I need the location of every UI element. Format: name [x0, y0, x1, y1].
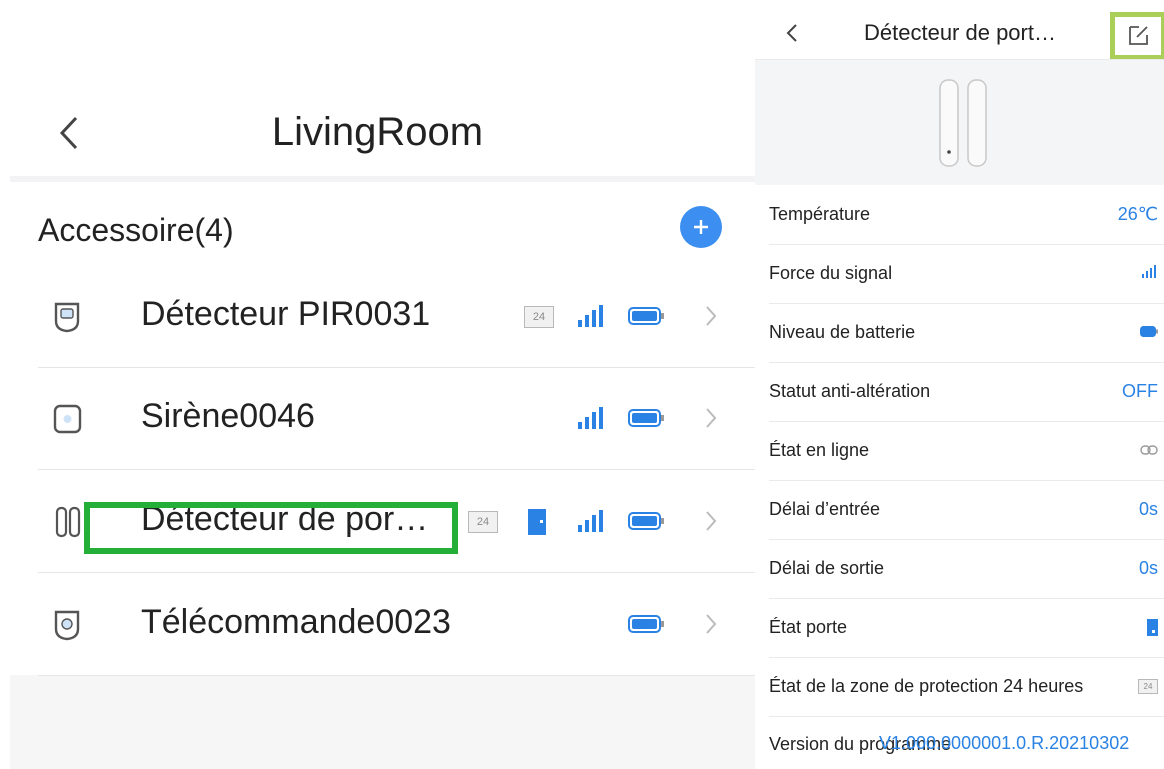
property-row-zone-24h: État de la zone de protection 24 heures …	[769, 658, 1164, 717]
property-row-battery: Niveau de batterie	[769, 304, 1164, 363]
device-detail-panel: Détecteur de port… Température 26℃ Force…	[755, 0, 1164, 769]
remote-icon	[54, 610, 80, 641]
device-name: Télécommande0023	[141, 603, 451, 641]
chevron-right-icon	[706, 306, 717, 326]
device-row-remote[interactable]: Télécommande0023	[38, 573, 755, 676]
bottom-band	[10, 675, 755, 769]
detail-title: Détecteur de port…	[864, 20, 1056, 45]
door-state-icon	[528, 509, 546, 535]
chevron-right-icon	[706, 614, 717, 634]
signal-icon	[578, 305, 606, 327]
battery-icon	[628, 409, 664, 427]
signal-icon	[1142, 265, 1158, 278]
signal-icon	[578, 407, 606, 429]
property-label: État porte	[769, 617, 848, 637]
property-value: V1.000.0000001.0.R.20210302	[879, 733, 1130, 753]
property-label: Force du signal	[769, 263, 893, 283]
device-row-pir[interactable]: Détecteur PIR0031 24	[38, 265, 755, 368]
battery-icon	[628, 512, 664, 530]
section-title: Accessoire(4)	[38, 212, 234, 248]
property-row-entry-delay: Délai d’entrée 0s	[769, 481, 1164, 540]
edit-icon	[1129, 26, 1148, 45]
device-name: Détecteur PIR0031	[141, 295, 431, 333]
property-row-version: Version du programme V1.000.0000001.0.R.…	[769, 716, 1164, 769]
property-row-tamper: Statut anti-altération OFF	[769, 363, 1164, 422]
property-value: OFF	[1122, 381, 1158, 401]
back-button[interactable]	[781, 18, 803, 48]
signal-icon	[578, 510, 606, 532]
edit-button[interactable]	[1110, 12, 1164, 60]
link-icon	[1140, 445, 1158, 455]
property-label: Température	[769, 204, 871, 224]
add-accessory-button[interactable]	[680, 206, 722, 248]
device-name: Sirène0046	[141, 397, 315, 435]
property-label: Délai d’entrée	[769, 499, 881, 519]
property-value: 0s	[1138, 558, 1158, 578]
door-sensor-image	[939, 79, 987, 167]
divider-band	[10, 176, 755, 182]
room-panel: LivingRoom Accessoire(4) Détecteur PIR00…	[0, 0, 755, 769]
property-label: Statut anti-altération	[769, 381, 931, 401]
device-image-panel	[755, 60, 1164, 185]
property-row-signal: Force du signal	[769, 245, 1164, 304]
battery-icon	[628, 307, 664, 325]
siren-icon	[53, 404, 82, 434]
property-row-temperature: Température 26℃	[769, 186, 1164, 245]
property-label: État de la zone de protection 24 heures	[769, 676, 1084, 696]
property-row-door-state: État porte	[769, 599, 1164, 658]
chevron-right-icon	[706, 511, 717, 531]
property-row-exit-delay: Délai de sortie 0s	[769, 540, 1164, 599]
pir-sensor-icon	[54, 302, 80, 333]
property-label: Délai de sortie	[769, 558, 885, 578]
door-icon	[1147, 619, 1158, 636]
page-title: LivingRoom	[271, 110, 484, 154]
property-label: Niveau de batterie	[769, 322, 916, 342]
chevron-left-icon	[786, 24, 797, 42]
property-value: 0s	[1138, 499, 1158, 519]
device-row-siren[interactable]: Sirène0046	[38, 367, 755, 470]
zone-24h-badge: 24	[468, 511, 498, 533]
door-sensor-icon	[55, 506, 81, 538]
plus-icon	[694, 220, 708, 234]
zone-24h-badge: 24	[524, 306, 554, 328]
property-row-online: État en ligne	[769, 422, 1164, 481]
chevron-right-icon	[706, 408, 717, 428]
battery-icon	[628, 615, 664, 633]
highlight-box	[84, 502, 458, 554]
property-label: État en ligne	[769, 440, 870, 460]
zone-24h-badge: 24	[1138, 679, 1158, 694]
property-value: 26℃	[1117, 204, 1158, 224]
battery-icon	[1140, 326, 1158, 337]
